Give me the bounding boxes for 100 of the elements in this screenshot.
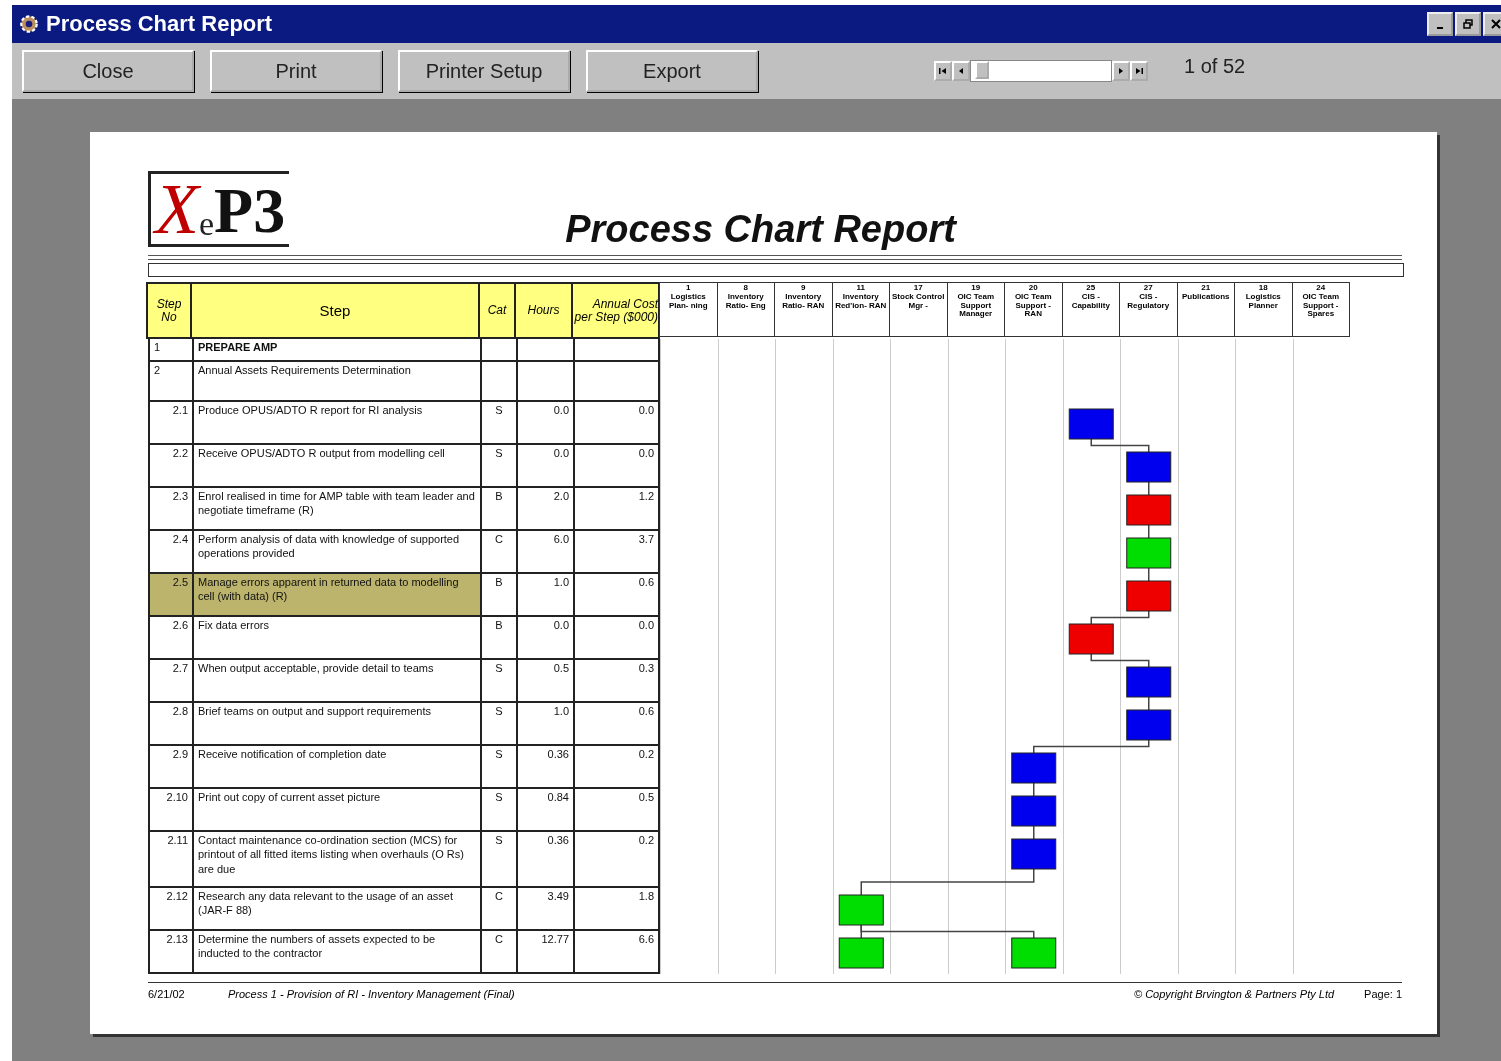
hours-cell: 12.77 <box>516 931 573 974</box>
hours-cell: 1.0 <box>516 703 573 746</box>
step-number-cell: 2 <box>148 362 192 402</box>
step-cell: Contact maintenance co-ordination section (MCS) for printout of all fitted items listing when overhauls (O Rs) are due <box>192 832 480 888</box>
cost-cell: 0.3 <box>573 660 660 703</box>
report-title: Process Chart Report <box>565 208 956 251</box>
cat-cell <box>480 362 516 402</box>
step-number-cell: 2.1 <box>148 402 192 445</box>
cat-cell: S <box>480 789 516 832</box>
next-page-button[interactable] <box>1112 61 1130 81</box>
hours-cell: 0.84 <box>516 789 573 832</box>
cost-cell: 0.6 <box>573 703 660 746</box>
hours-cell: 0.5 <box>516 660 573 703</box>
connector-line <box>1148 567 1150 582</box>
cat-cell: C <box>480 888 516 931</box>
connector-line <box>1148 481 1150 496</box>
process-name: Process 1 - Provision of RI - Inventory Management (Final) <box>228 988 516 1000</box>
cat-cell: S <box>480 445 516 488</box>
toolbar-button[interactable]: Print <box>210 50 382 92</box>
step-number-cell: 2.3 <box>148 488 192 531</box>
step-number-cell: 2.8 <box>148 703 192 746</box>
step-cell: Brief teams on output and support requirements <box>192 703 480 746</box>
restore-button[interactable] <box>1455 12 1481 36</box>
step-cell: Determine the numbers of assets expected to be inducted to the contractor <box>192 931 480 974</box>
first-page-button[interactable] <box>934 61 952 81</box>
role-header: 8 Inventory Ratio- Eng <box>716 282 775 337</box>
report-date: 6/21/02 <box>148 988 186 1000</box>
connector-line <box>1033 782 1035 797</box>
cat-cell: B <box>480 617 516 660</box>
step-number-cell: 2.2 <box>148 445 192 488</box>
toolbar-button[interactable]: Close <box>22 50 194 92</box>
column-header: Step No <box>146 282 192 339</box>
step-cell: Research any data relevant to the usage of an asset (JAR-F 88) <box>192 888 480 931</box>
hours-cell: 0.36 <box>516 832 573 888</box>
hours-cell: 1.0 <box>516 574 573 617</box>
last-page-button[interactable] <box>1130 61 1148 81</box>
cat-cell: S <box>480 703 516 746</box>
role-header: 19 OIC Team Support Manager <box>946 282 1005 337</box>
page-number: Page: 1 <box>1364 988 1402 1000</box>
step-number-cell: 2.13 <box>148 931 192 974</box>
toolbar-button[interactable]: Printer Setup <box>398 50 570 92</box>
hours-cell: 2.0 <box>516 488 573 531</box>
step-number-cell: 2.6 <box>148 617 192 660</box>
step-number-cell: 2.12 <box>148 888 192 931</box>
step-number-cell: 2.5 <box>148 574 192 617</box>
first-page-icon <box>938 66 948 76</box>
restore-icon <box>1463 19 1473 29</box>
step-number-cell: 2.7 <box>148 660 192 703</box>
last-page-icon <box>1134 66 1144 76</box>
cat-cell: S <box>480 402 516 445</box>
cost-cell: 0.6 <box>573 574 660 617</box>
step-cell: Enrol realised in time for AMP table with team leader and negotiate timeframe (R) <box>192 488 480 531</box>
step-cell: Manage errors apparent in returned data to modelling cell (with data) (R) <box>192 574 480 617</box>
connector-line <box>1033 825 1035 840</box>
step-cell: Receive OPUS/ADTO R output from modelling cell <box>192 445 480 488</box>
step-cell: When output acceptable, provide detail to teams <box>192 660 480 703</box>
role-header: 24 OIC Team Support - Spares <box>1291 282 1350 337</box>
connector-line <box>1090 438 1150 453</box>
cost-cell: 1.8 <box>573 888 660 931</box>
step-number-cell: 1 <box>148 339 192 362</box>
cat-cell: S <box>480 746 516 789</box>
role-header: 18 Logistics Planner <box>1234 282 1293 337</box>
cat-cell: S <box>480 832 516 888</box>
role-header: 21 Publications <box>1176 282 1235 337</box>
window-title: Process Chart Report <box>46 11 274 37</box>
hours-cell <box>516 362 573 402</box>
cost-cell: 0.0 <box>573 445 660 488</box>
hours-cell: 0.0 <box>516 445 573 488</box>
step-cell: Receive notification of completion date <box>192 746 480 789</box>
hours-cell: 0.0 <box>516 617 573 660</box>
page-counter: 1 of 52 <box>1184 54 1246 78</box>
role-header: 27 CIS - Regulatory <box>1119 282 1178 337</box>
connector-line <box>1090 653 1150 668</box>
step-number-cell: 2.9 <box>148 746 192 789</box>
cost-cell: 0.2 <box>573 746 660 789</box>
scroll-thumb[interactable] <box>975 61 989 79</box>
cat-cell: C <box>480 931 516 974</box>
cost-cell: 0.0 <box>573 617 660 660</box>
step-number-cell: 2.11 <box>148 832 192 888</box>
logo: XeP3 <box>148 171 290 247</box>
cat-cell <box>480 339 516 362</box>
step-cell: Annual Assets Requirements Determination <box>192 362 480 402</box>
role-header: 11 Inventory Red'ion- RAN <box>831 282 890 337</box>
step-cell: Print out copy of current asset picture <box>192 789 480 832</box>
copyright-text: © Copyright Brvington & Partners Pty Ltd <box>1134 988 1335 1000</box>
step-cell: PREPARE AMP <box>192 339 480 362</box>
gear-icon <box>18 13 40 35</box>
cat-cell: S <box>480 660 516 703</box>
toolbar-button[interactable]: Export <box>586 50 758 92</box>
cost-cell: 0.2 <box>573 832 660 888</box>
minimize-icon <box>1437 27 1443 29</box>
step-cell: Fix data errors <box>192 617 480 660</box>
previous-page-button[interactable] <box>952 61 970 81</box>
cost-cell: 0.0 <box>573 402 660 445</box>
close-icon <box>1491 19 1501 29</box>
step-cell: Produce OPUS/ADTO R report for RI analysis <box>192 402 480 445</box>
role-header: 17 Stock Control Mgr - <box>889 282 948 337</box>
cost-cell: 1.2 <box>573 488 660 531</box>
hours-cell: 6.0 <box>516 531 573 574</box>
cat-cell: B <box>480 488 516 531</box>
